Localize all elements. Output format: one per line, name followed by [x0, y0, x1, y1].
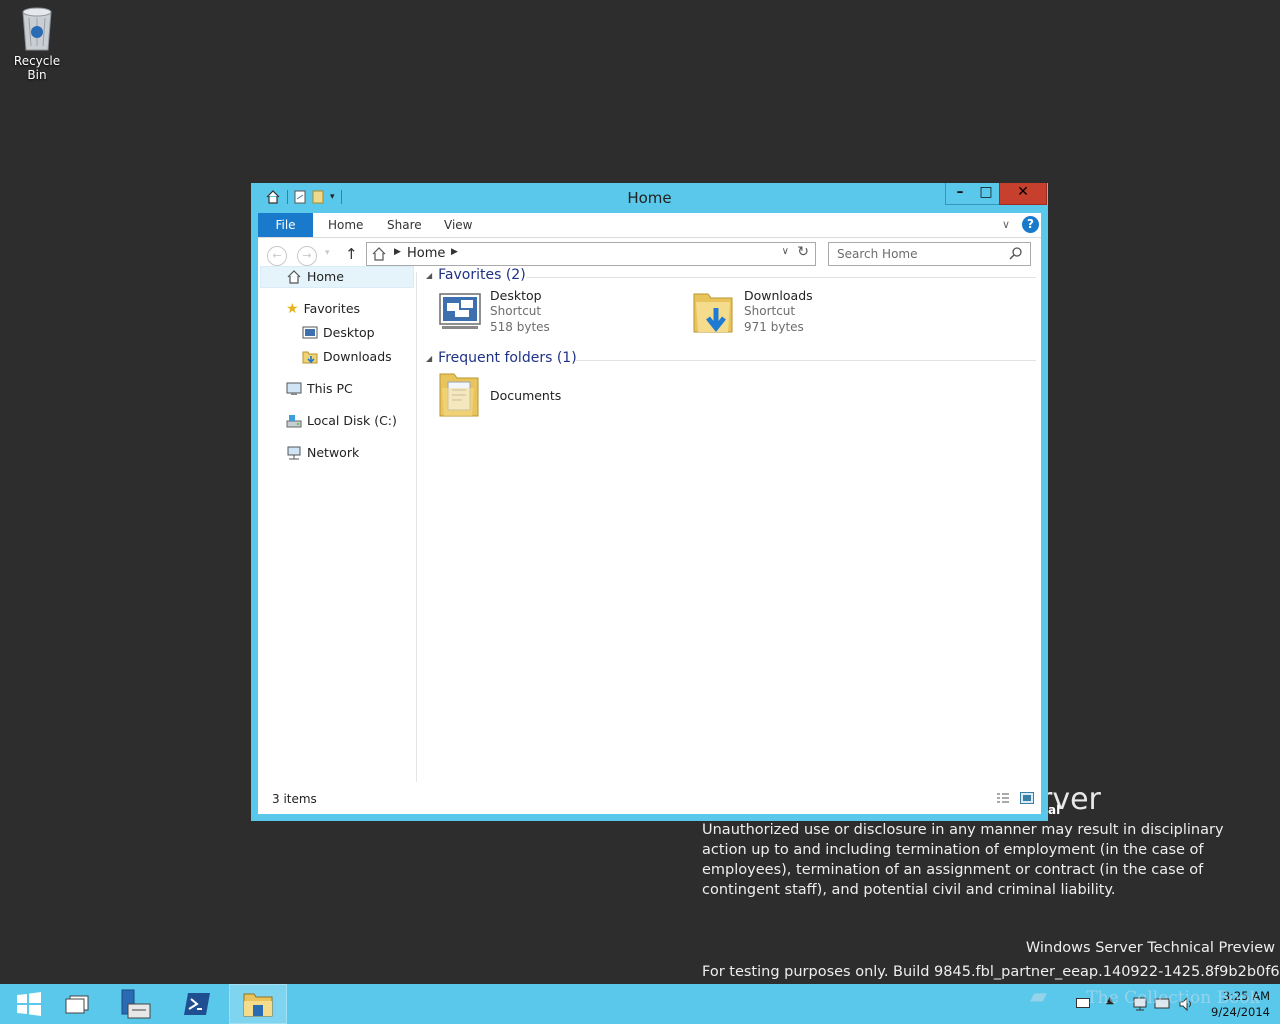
window-title: Home: [627, 189, 672, 207]
tile-downloads[interactable]: Downloads Shortcut 971 bytes: [692, 288, 813, 336]
recycle-bin[interactable]: Recycle Bin: [4, 4, 70, 82]
network-icon: [287, 446, 301, 460]
downloads-folder-icon: [693, 293, 733, 333]
server-manager-icon: [121, 989, 151, 1019]
forward-button[interactable]: →: [297, 246, 317, 266]
maximize-button[interactable]: □: [973, 183, 1000, 205]
help-icon[interactable]: ?: [1022, 216, 1039, 233]
desktop-icon: [439, 293, 481, 329]
group-title: Frequent folders (1): [438, 350, 577, 366]
powershell-button[interactable]: [168, 984, 226, 1024]
computer-icon: [286, 382, 302, 395]
tile-type: Shortcut: [490, 304, 542, 318]
task-view-icon: [65, 995, 89, 1014]
close-icon: ✕: [1017, 184, 1029, 200]
tab-file[interactable]: File: [258, 213, 313, 237]
address-dropdown-icon[interactable]: ∨: [782, 246, 789, 257]
tile-size: 971 bytes: [744, 320, 804, 334]
watermark-edition: Windows Server Technical Preview: [1025, 940, 1275, 956]
item-count: 3 items: [272, 792, 317, 806]
group-header-frequent[interactable]: ◢ Frequent folders (1): [426, 350, 577, 366]
task-view-button[interactable]: [48, 984, 106, 1024]
breadcrumb-home[interactable]: Home: [407, 246, 445, 261]
breadcrumb-arrow-icon[interactable]: ▶: [394, 247, 401, 257]
nav-item-downloads[interactable]: Downloads: [302, 347, 392, 367]
tab-home[interactable]: Home: [328, 213, 363, 237]
nav-label: Favorites: [303, 301, 361, 316]
tile-type: Shortcut: [744, 304, 796, 318]
watermark-sub-partial: al: [1048, 803, 1061, 817]
desktop-icon: [302, 326, 318, 339]
downloads-folder-icon: [302, 351, 318, 364]
nav-label: Network: [307, 445, 360, 460]
tile-name: Desktop: [490, 288, 542, 303]
group-divider: [576, 360, 1036, 361]
overlay-logo-text: The Collection Book: [1086, 988, 1260, 1008]
file-explorer-icon: [243, 993, 273, 1017]
documents-folder-icon: [439, 373, 479, 417]
tile-name: Documents: [490, 387, 562, 403]
book-logo-icon: ▰: [1030, 984, 1047, 1009]
nav-label: Desktop: [323, 325, 375, 340]
content-pane: ◢ Favorites (2) Desktop Shortcut 518 byt…: [426, 267, 1036, 782]
breadcrumb-arrow-icon[interactable]: ▶: [451, 247, 458, 257]
group-divider: [526, 277, 1036, 278]
search-icon[interactable]: [1009, 247, 1022, 260]
search-box[interactable]: Search Home: [828, 242, 1031, 266]
window-body: File Home Share View ∨ ? ← → ▾ ↑ ▶ Home …: [258, 213, 1041, 814]
title-bar[interactable]: ▾ Home – □ ✕: [251, 183, 1048, 213]
minimize-button[interactable]: –: [945, 183, 975, 205]
status-bar: 3 items: [258, 782, 1041, 814]
minimize-icon: –: [956, 184, 964, 200]
nav-label: Local Disk (C:): [307, 413, 397, 428]
drive-icon: [286, 415, 302, 428]
powershell-icon: [184, 993, 210, 1015]
navigation-pane: Home ★ Favorites Desktop Downloads This …: [258, 266, 417, 782]
tab-view[interactable]: View: [444, 213, 472, 237]
home-icon: [287, 270, 301, 284]
back-button[interactable]: ←: [267, 246, 287, 266]
windows-logo-icon: [17, 992, 41, 1016]
recent-locations-icon[interactable]: ▾: [325, 248, 330, 258]
ribbon-tabs: File Home Share View ∨ ?: [258, 213, 1041, 238]
collapse-icon[interactable]: ◢: [426, 354, 432, 363]
file-explorer-button[interactable]: [229, 984, 287, 1024]
nav-label: Home: [307, 269, 344, 284]
large-icons-view-icon[interactable]: [1020, 792, 1034, 804]
nav-item-this-pc[interactable]: This PC: [286, 379, 353, 399]
star-icon: ★: [286, 301, 299, 317]
nav-item-home[interactable]: Home: [286, 267, 344, 287]
explorer-window: ▾ Home – □ ✕ File Home Share View ∨ ? ← …: [251, 183, 1048, 821]
recycle-bin-icon: [22, 7, 52, 51]
nav-item-desktop[interactable]: Desktop: [302, 323, 375, 343]
up-button[interactable]: ↑: [345, 245, 358, 263]
collapse-icon[interactable]: ◢: [426, 271, 432, 280]
search-placeholder: Search Home: [837, 247, 918, 261]
maximize-icon: □: [979, 184, 993, 200]
nav-label: Downloads: [323, 349, 392, 364]
nav-item-favorites[interactable]: ★ Favorites: [286, 299, 360, 319]
nav-label: This PC: [307, 381, 353, 396]
tile-name: Downloads: [744, 288, 813, 303]
nav-item-local-disk[interactable]: Local Disk (C:): [286, 411, 397, 431]
tile-size: 518 bytes: [490, 320, 550, 334]
overlay-logo: ▰ The Collection Book: [1030, 984, 1260, 1009]
watermark-warning: Unauthorized use or disclosure in any ma…: [702, 822, 1224, 898]
group-header-favorites[interactable]: ◢ Favorites (2): [426, 267, 526, 283]
tile-desktop[interactable]: Desktop Shortcut 518 bytes: [438, 288, 550, 335]
address-bar[interactable]: ▶ Home ▶ ∨ ↻: [366, 242, 816, 266]
expand-ribbon-icon[interactable]: ∨: [1002, 218, 1010, 231]
details-view-icon[interactable]: [996, 792, 1010, 804]
tab-share[interactable]: Share: [387, 213, 422, 237]
recycle-bin-label: Recycle Bin: [13, 54, 61, 82]
nav-item-network[interactable]: Network: [286, 443, 359, 463]
tile-documents[interactable]: Documents: [438, 370, 561, 420]
refresh-icon[interactable]: ↻: [797, 244, 809, 260]
server-manager-button[interactable]: [106, 984, 164, 1024]
home-icon: [372, 247, 386, 261]
watermark-build: For testing purposes only. Build 9845.fb…: [702, 964, 1280, 980]
group-title: Favorites (2): [438, 267, 526, 283]
close-button[interactable]: ✕: [999, 183, 1047, 205]
